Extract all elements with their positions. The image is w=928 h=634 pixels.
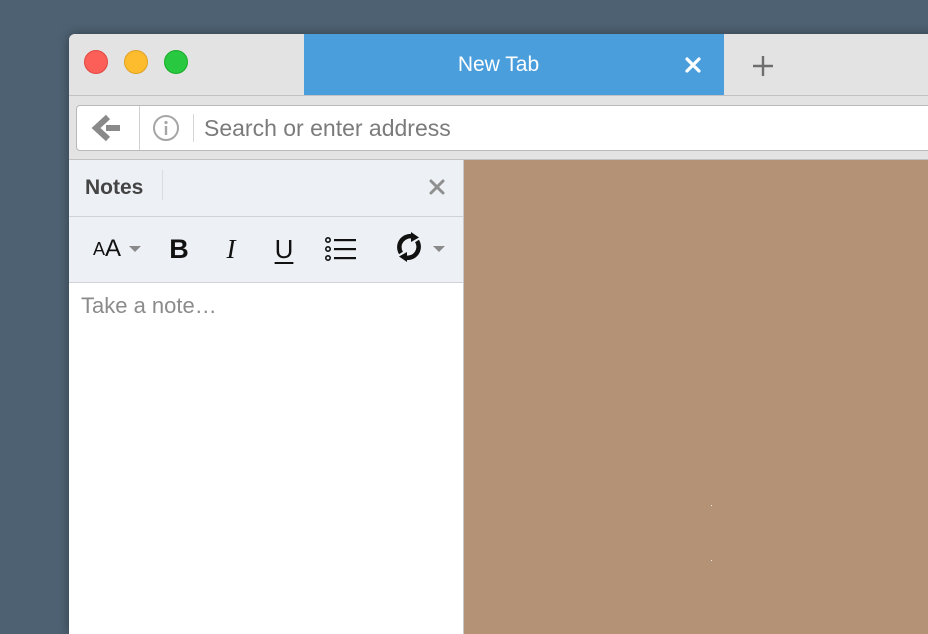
sync-icon xyxy=(393,231,425,268)
chevron-down-icon xyxy=(433,246,445,252)
bulleted-list-icon[interactable] xyxy=(323,231,359,267)
close-icon[interactable] xyxy=(682,54,704,76)
tab-new-tab[interactable]: New Tab xyxy=(304,34,724,95)
info-icon[interactable] xyxy=(152,114,180,142)
navigation-bar xyxy=(69,96,928,160)
back-arrow-icon[interactable] xyxy=(77,106,140,150)
font-size-button[interactable]: AA xyxy=(87,231,147,267)
url-separator xyxy=(193,114,194,142)
sidebar-title: Notes xyxy=(85,176,144,199)
font-size-large-glyph: A xyxy=(105,235,122,262)
address-bar xyxy=(76,105,928,151)
underline-button[interactable]: U xyxy=(269,231,299,267)
chevron-down-icon xyxy=(129,246,142,252)
content-speck xyxy=(711,505,712,506)
notes-sidebar: Notes AA B I U xyxy=(69,160,464,634)
tab-title: New Tab xyxy=(457,53,540,76)
note-textarea[interactable] xyxy=(69,283,463,634)
font-size-small-glyph: A xyxy=(92,238,105,259)
tab-bar: New Tab xyxy=(69,34,928,96)
browser-window: New Tab Notes xyxy=(69,34,928,634)
content-speck xyxy=(711,560,712,561)
italic-button[interactable]: I xyxy=(216,231,246,267)
address-input[interactable] xyxy=(204,106,804,150)
formatting-toolbar: AA B I U xyxy=(69,217,463,283)
sidebar-header: Notes xyxy=(69,160,463,217)
sidebar-header-separator xyxy=(162,170,163,200)
close-window-icon[interactable] xyxy=(84,50,108,74)
sync-button[interactable] xyxy=(389,231,449,267)
plus-icon[interactable] xyxy=(751,54,775,78)
minimize-window-icon[interactable] xyxy=(124,50,148,74)
maximize-window-icon[interactable] xyxy=(164,50,188,74)
page-content xyxy=(464,160,928,634)
bold-button[interactable]: B xyxy=(164,231,194,267)
close-icon[interactable] xyxy=(427,177,447,197)
